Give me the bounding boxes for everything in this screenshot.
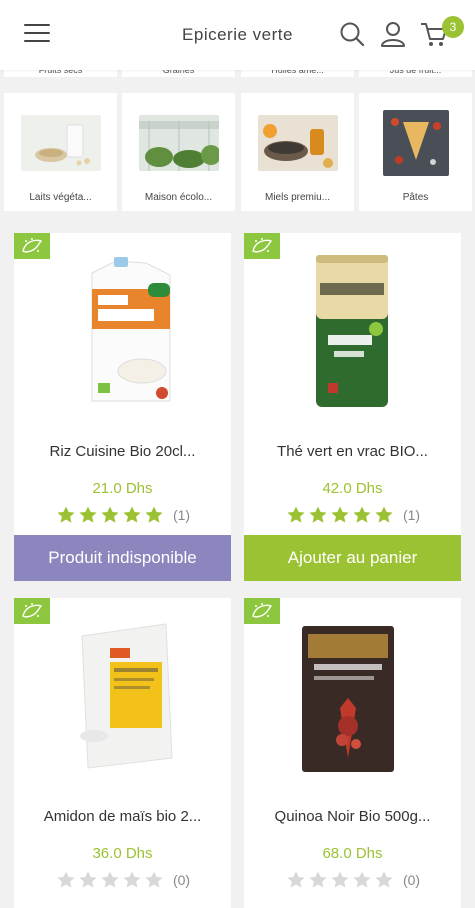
greenhouse-thumbnail <box>139 115 219 171</box>
top-app-bar: Epicerie verte 3 <box>0 0 475 70</box>
category-label: Pâtes <box>402 192 429 203</box>
star-empty-icon <box>145 871 163 888</box>
user-account-icon[interactable] <box>379 20 407 48</box>
search-icon[interactable] <box>338 20 366 48</box>
star-empty-icon <box>309 871 327 888</box>
product-price: 68.0 Dhs <box>322 845 383 862</box>
product-price: 21.0 Dhs <box>92 480 153 497</box>
star-empty-icon <box>57 871 75 888</box>
star-empty-icon <box>287 871 305 888</box>
rating-count: (1) <box>402 507 421 523</box>
star-filled-icon <box>331 506 349 523</box>
category-label: Maison écolo... <box>144 192 213 203</box>
product-name: Riz Cuisine Bio 20cl... <box>49 443 196 460</box>
product-image-black-quinoa-pack <box>302 626 394 772</box>
product-rating: (0) <box>14 870 231 890</box>
product-card[interactable]: Quinoa Noir Bio 500g... 68.0 Dhs (0) <box>244 598 461 908</box>
star-filled-icon <box>287 506 305 523</box>
product-name: Quinoa Noir Bio 500g... <box>274 808 431 825</box>
honey-thumbnail <box>258 115 338 171</box>
star-filled-icon <box>123 506 141 523</box>
category-label: Miels premiu... <box>264 192 330 203</box>
star-filled-icon <box>79 506 97 523</box>
star-empty-icon <box>353 871 371 888</box>
product-price: 42.0 Dhs <box>322 480 383 497</box>
star-empty-icon <box>79 871 97 888</box>
star-filled-icon <box>101 506 119 523</box>
product-rating: (1) <box>14 505 231 525</box>
category-tile-plant-milks[interactable]: Laits végéta... <box>4 93 117 211</box>
category-label: Laits végéta... <box>29 192 92 203</box>
star-filled-icon <box>145 506 163 523</box>
star-empty-icon <box>123 871 141 888</box>
product-image-corn-starch-bag <box>80 623 173 769</box>
product-rating: (1) <box>244 505 461 525</box>
star-filled-icon <box>57 506 75 523</box>
product-name: Thé vert en vrac BIO... <box>277 443 428 460</box>
star-filled-icon <box>353 506 371 523</box>
product-image-rice-cream-carton <box>91 257 171 402</box>
rating-count: (0) <box>402 872 421 888</box>
star-filled-icon <box>309 506 327 523</box>
add-to-cart-button[interactable]: Ajouter au panier <box>244 535 461 581</box>
unavailable-product-button[interactable]: Produit indisponible <box>14 535 231 581</box>
product-card[interactable]: Thé vert en vrac BIO... 42.0 Dhs (1) Ajo… <box>244 233 461 581</box>
product-card[interactable]: Riz Cuisine Bio 20cl... 21.0 Dhs (1) Pro… <box>14 233 231 581</box>
star-filled-icon <box>375 506 393 523</box>
category-tile-eco-home[interactable]: Maison écolo... <box>122 93 235 211</box>
rating-count: (1) <box>172 507 191 523</box>
rating-count: (0) <box>172 872 191 888</box>
star-empty-icon <box>101 871 119 888</box>
product-image-green-tea-tin <box>316 255 388 407</box>
category-tile-pasta[interactable]: Pâtes <box>359 93 472 211</box>
cart-count-badge: 3 <box>442 16 464 38</box>
category-tile-honey[interactable]: Miels premiu... <box>241 93 354 211</box>
product-card[interactable]: Amidon de maïs bio 2... 36.0 Dhs (0) <box>14 598 231 908</box>
star-empty-icon <box>331 871 349 888</box>
product-rating: (0) <box>244 870 461 890</box>
product-name: Amidon de maïs bio 2... <box>43 808 202 825</box>
star-empty-icon <box>375 871 393 888</box>
product-price: 36.0 Dhs <box>92 845 153 862</box>
pasta-thumbnail <box>383 110 449 176</box>
plant-milk-thumbnail <box>21 115 101 171</box>
